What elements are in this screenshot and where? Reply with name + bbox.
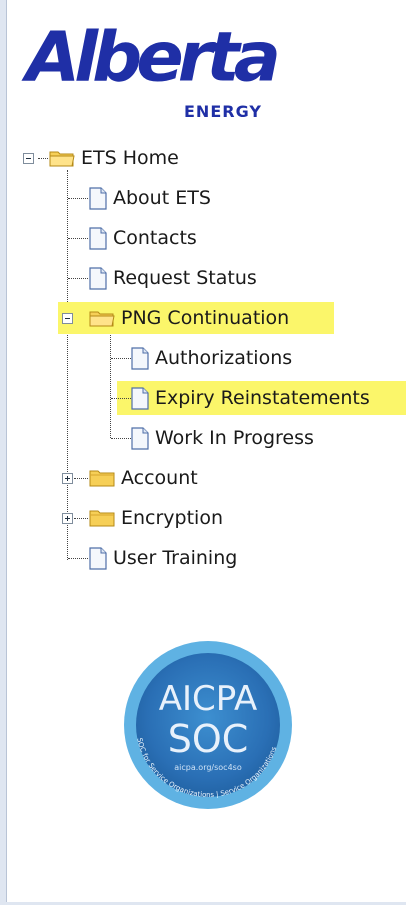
- tree-connector: [68, 198, 88, 199]
- tree-connector: [111, 438, 131, 439]
- tree-node-encryption[interactable]: Encryption: [89, 504, 223, 532]
- page-icon: [89, 226, 107, 250]
- tree-node-label: User Training: [113, 547, 238, 569]
- tree-connector: [38, 158, 48, 159]
- tree-node-expiry-reinstatements[interactable]: Expiry Reinstatements: [131, 384, 370, 412]
- page-icon: [89, 186, 107, 210]
- tree-node-work-in-progress[interactable]: Work In Progress: [131, 424, 314, 452]
- tree-node-about-ets[interactable]: About ETS: [89, 184, 211, 212]
- badge-url: aicpa.org/soc4so: [174, 763, 242, 772]
- tree-connector: [74, 518, 88, 519]
- tree-node-authorizations[interactable]: Authorizations: [131, 344, 292, 372]
- tree-node-label: Authorizations: [155, 347, 293, 369]
- collapse-toggle-ets-home[interactable]: [23, 153, 34, 164]
- tree-node-user-training[interactable]: User Training: [89, 544, 237, 572]
- tree-node-label: Contacts: [113, 227, 197, 249]
- tree-connector: [67, 170, 68, 560]
- collapse-toggle-png-continuation[interactable]: [62, 313, 73, 324]
- logo-wordmark: Alberta: [26, 16, 281, 98]
- tree-node-png-continuation[interactable]: PNG Continuation: [89, 304, 289, 332]
- expand-toggle-account[interactable]: [62, 473, 73, 484]
- tree-node-label: Request Status: [113, 267, 257, 289]
- tree-node-label: Expiry Reinstatements: [155, 387, 370, 409]
- expand-toggle-encryption[interactable]: [62, 513, 73, 524]
- tree-connector: [111, 358, 131, 359]
- tree-connector: [111, 398, 131, 399]
- tree-node-label: PNG Continuation: [121, 307, 290, 329]
- folder-closed-icon: [89, 470, 115, 487]
- tree-connector: [68, 558, 88, 559]
- tree-connector: [110, 332, 111, 438]
- tree-node-label: About ETS: [113, 187, 211, 209]
- folder-open-icon: [49, 151, 75, 167]
- tree-node-ets-home[interactable]: ETS Home: [49, 144, 179, 172]
- tree-node-contacts[interactable]: Contacts: [89, 224, 197, 252]
- tree-node-account[interactable]: Account: [89, 464, 198, 492]
- page-icon: [131, 346, 149, 370]
- tree-node-label: Account: [121, 467, 198, 489]
- tree-connector: [68, 278, 88, 279]
- page-icon: [131, 386, 149, 410]
- folder-open-icon: [89, 311, 115, 327]
- tree-connector: [74, 478, 88, 479]
- alberta-energy-logo[interactable]: Alberta ENERGY: [26, 20, 281, 130]
- navigation-frame: Alberta ENERGY ETS Home About ETS Contac…: [0, 0, 406, 905]
- folder-closed-icon: [89, 510, 115, 527]
- page-icon: [89, 266, 107, 290]
- tree-connector: [68, 238, 88, 239]
- page-icon: [89, 546, 107, 570]
- tree-node-label: ETS Home: [81, 147, 179, 169]
- page-icon: [131, 426, 149, 450]
- aicpa-soc-badge[interactable]: AICPA SOC aicpa.org/soc4so SOC for Servi…: [106, 640, 310, 810]
- frame-left-border: [0, 0, 7, 905]
- tree-node-request-status[interactable]: Request Status: [89, 264, 257, 292]
- tree-node-label: Work In Progress: [155, 427, 314, 449]
- logo-subtitle: ENERGY: [184, 102, 262, 121]
- badge-title: AICPA: [159, 679, 258, 719]
- badge-subtitle: SOC: [168, 717, 249, 761]
- tree-node-label: Encryption: [121, 507, 224, 529]
